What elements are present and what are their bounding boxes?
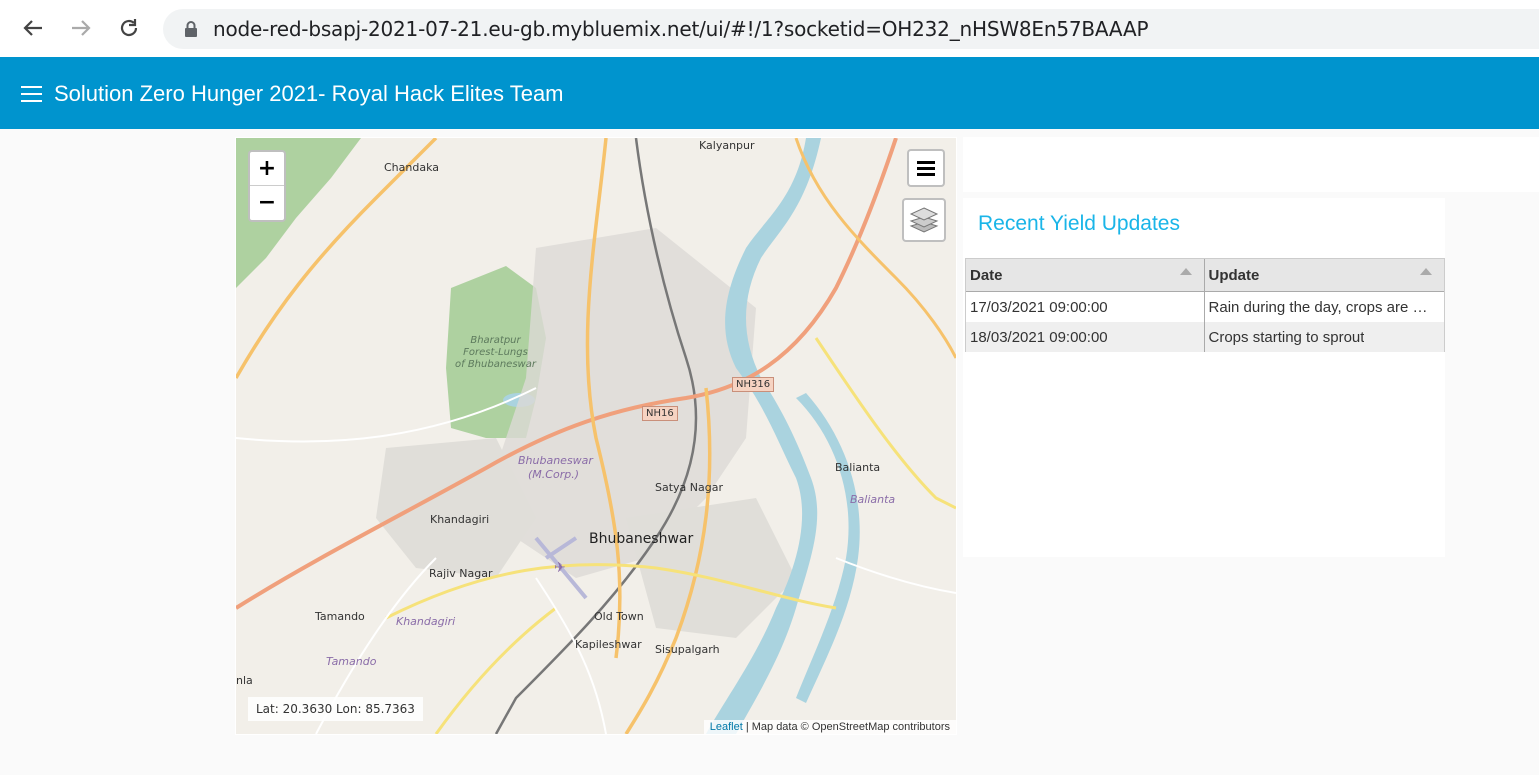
- column-header-date[interactable]: Date: [966, 259, 1205, 291]
- yield-table: Date Update 17/03/2021 09:00:00 Rain dur…: [965, 258, 1445, 352]
- map-label-bhubaneshwar: Bhubaneshwar: [589, 531, 694, 547]
- table-row[interactable]: 18/03/2021 09:00:00 Crops starting to sp…: [966, 322, 1444, 352]
- sort-arrow-icon: [1179, 268, 1192, 275]
- table-cell-update: Crops starting to sprout: [1205, 322, 1444, 352]
- back-button[interactable]: [18, 13, 48, 43]
- map-label-kapileshwar: Kapileshwar: [575, 638, 642, 651]
- column-header-label: Date: [970, 266, 1003, 284]
- lock-icon: [185, 21, 197, 37]
- map-label-balianta: Balianta: [835, 461, 881, 474]
- attribution-text: | Map data © OpenStreetMap contributors: [742, 721, 950, 733]
- reload-icon: [120, 19, 138, 37]
- cell-text: Crops starting to sprout: [1208, 328, 1365, 346]
- empty-widget: [963, 137, 1539, 192]
- list-icon: [917, 161, 935, 176]
- map-label-bbsr-corp-2: (M.Corp.): [528, 468, 579, 481]
- app-title: Solution Zero Hunger 2021- Royal Hack El…: [54, 81, 564, 106]
- map-label-chandaka: Chandaka: [384, 161, 440, 174]
- address-bar[interactable]: node-red-bsapj-2021-07-21.eu-gb.mybluemi…: [163, 9, 1539, 49]
- map-label-bharatpur: Bharatpur Forest-Lungs of Bhubaneswar: [455, 335, 536, 371]
- map-label-tamando: Tamando: [315, 610, 365, 623]
- map-label-bbsr-corp-1: Bhubaneswar: [518, 454, 593, 467]
- layers-icon: [909, 207, 939, 233]
- map-shield-nh16: NH16: [642, 406, 678, 421]
- map-label-tamando-italic: Tamando: [326, 655, 377, 668]
- map-label-kalyanpur: Kalyanpur: [699, 139, 755, 152]
- forward-button[interactable]: [66, 13, 96, 43]
- map-label-nla: nla: [236, 674, 253, 687]
- zoom-in-button[interactable]: +: [250, 152, 284, 186]
- map-label-balianta-italic: Balianta: [850, 493, 896, 506]
- table-row[interactable]: 17/03/2021 09:00:00 Rain during the day,…: [966, 292, 1444, 322]
- map-label-sisupalgarh: Sisupalgarh: [655, 643, 720, 656]
- map-shield-nh316: NH316: [732, 377, 775, 392]
- yield-updates-card: Recent Yield Updates Date Update 17/03/2…: [963, 198, 1445, 557]
- map-label-khandagiri: Khandagiri: [430, 513, 490, 526]
- map-label-satya-nagar: Satya Nagar: [655, 481, 723, 494]
- layers-button[interactable]: [902, 198, 946, 242]
- arrow-right-icon: [72, 20, 91, 36]
- map[interactable]: ✈ Chandaka Kalyanpur Bharatpur Forest-Lu…: [236, 138, 956, 734]
- zoom-control: + −: [248, 150, 286, 222]
- zoom-out-button[interactable]: −: [250, 186, 284, 219]
- url-text: node-red-bsapj-2021-07-21.eu-gb.mybluemi…: [213, 17, 1149, 41]
- map-label-bharatpur-line1: Bharatpur: [470, 335, 521, 346]
- table-header: Date Update: [966, 258, 1444, 292]
- map-label-bharatpur-line2: Forest-Lungs: [463, 347, 528, 358]
- map-label-bharatpur-line3: of Bhubaneswar: [455, 359, 536, 370]
- svg-text:✈: ✈: [554, 559, 566, 575]
- column-header-update[interactable]: Update: [1205, 259, 1444, 291]
- coordinates-readout: Lat: 20.3630 Lon: 85.7363: [248, 697, 423, 721]
- cell-text: 18/03/2021 09:00:00: [970, 328, 1108, 346]
- cell-text: Rain during the day, crops are …: [1208, 298, 1428, 316]
- leaflet-link[interactable]: Leaflet: [710, 721, 743, 733]
- arrow-left-icon: [23, 20, 42, 36]
- column-header-label: Update: [1208, 266, 1260, 284]
- map-label-khandagiri-italic: Khandagiri: [396, 615, 456, 628]
- table-cell-date: 18/03/2021 09:00:00: [966, 322, 1205, 352]
- map-label-rajiv-nagar: Rajiv Nagar: [429, 567, 493, 580]
- reload-button[interactable]: [114, 13, 144, 43]
- map-card: ✈ Chandaka Kalyanpur Bharatpur Forest-Lu…: [235, 137, 957, 735]
- sort-arrow-icon: [1420, 268, 1432, 275]
- browser-toolbar: node-red-bsapj-2021-07-21.eu-gb.mybluemi…: [0, 0, 1539, 57]
- map-attribution: Leaflet | Map data © OpenStreetMap contr…: [703, 720, 956, 734]
- map-label-old-town: Old Town: [594, 610, 644, 623]
- yield-updates-title: Recent Yield Updates: [978, 212, 1180, 235]
- menu-icon[interactable]: [21, 86, 42, 102]
- map-menu-button[interactable]: [907, 149, 945, 187]
- table-cell-date: 17/03/2021 09:00:00: [966, 292, 1205, 322]
- cell-text: 17/03/2021 09:00:00: [970, 298, 1108, 316]
- table-cell-update: Rain during the day, crops are …: [1205, 292, 1444, 322]
